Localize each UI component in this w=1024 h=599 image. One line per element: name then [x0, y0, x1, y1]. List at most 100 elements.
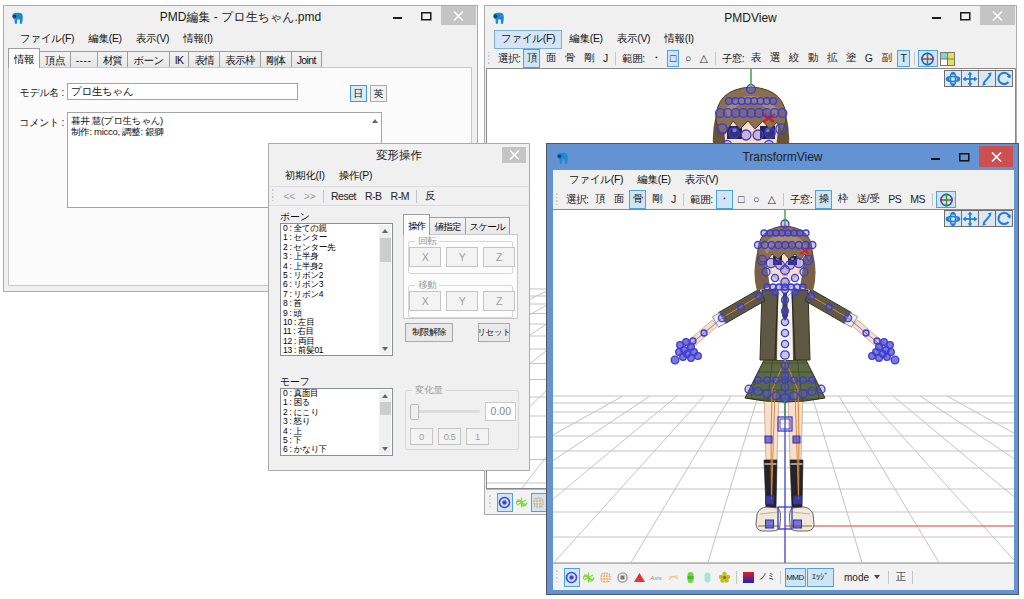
change-1-button[interactable]: 1: [466, 428, 489, 445]
bone-display-toggle[interactable]: [497, 493, 513, 512]
quad-view-button[interactable]: [938, 50, 958, 67]
close-button[interactable]: [979, 146, 1013, 167]
soft-capsule-toggle[interactable]: [700, 568, 716, 587]
zoom-view-button[interactable]: [978, 210, 996, 227]
bone-list-scrollbar[interactable]: [379, 225, 391, 354]
model-name-input[interactable]: プロ生ちゃん: [67, 83, 298, 100]
wire-display-toggle[interactable]: [666, 568, 682, 587]
menu-item[interactable]: 編集(E): [630, 171, 678, 190]
toolbar-toggle[interactable]: 面: [542, 49, 559, 68]
dialog-tab[interactable]: 操作: [403, 214, 430, 235]
toolbar-grip[interactable]: [487, 52, 492, 66]
maximize-button[interactable]: [412, 6, 441, 25]
close-button[interactable]: [502, 147, 526, 163]
scroll-up-icon[interactable]: [372, 119, 378, 123]
menu-item[interactable]: ファイル(F): [13, 30, 81, 49]
dialog-titlebar[interactable]: 変形操作: [269, 144, 529, 166]
menu-item[interactable]: 操作(P): [332, 167, 380, 186]
toolbar-toggle[interactable]: 操: [815, 190, 832, 209]
reset-morph-button[interactable]: R-M: [387, 188, 412, 205]
dialog-tab[interactable]: スケール: [465, 217, 510, 235]
toolbar-toggle[interactable]: 剛: [580, 49, 597, 68]
zoom-view-button[interactable]: [978, 70, 996, 87]
close-button[interactable]: [980, 6, 1015, 25]
lang-jp-button[interactable]: 日: [350, 85, 367, 102]
pmd-edit-tab[interactable]: ----: [70, 51, 98, 68]
pmd-edit-tab[interactable]: 情報: [8, 48, 40, 68]
toolbar-toggle[interactable]: ○: [681, 50, 694, 67]
rotate-view-button[interactable]: [995, 210, 1013, 227]
menu-item[interactable]: ファイル(F): [562, 171, 630, 190]
lang-en-button[interactable]: 英: [370, 85, 387, 102]
pmd-edit-tab[interactable]: ボーン: [127, 51, 169, 68]
physics-capsule-toggle[interactable]: [683, 568, 699, 587]
minimize-button[interactable]: [383, 6, 412, 25]
toolbar-toggle[interactable]: PS: [885, 191, 905, 208]
toolbar-toggle[interactable]: 送/受: [853, 190, 882, 209]
flip-button[interactable]: 反: [421, 187, 438, 206]
rigid-body-display-toggle[interactable]: [615, 568, 631, 587]
toolbar-toggle[interactable]: 塗: [842, 49, 859, 68]
reset-button[interactable]: Reset: [328, 188, 360, 205]
toolbar-grip[interactable]: [271, 189, 276, 203]
toolbar-grip[interactable]: [555, 193, 560, 207]
transformview-3d-viewport[interactable]: .g{stroke:#c3c3c3;stroke-width:1}.b{stro…: [553, 209, 1014, 564]
toolbar-toggle[interactable]: T: [897, 50, 910, 67]
next-button[interactable]: >>: [300, 188, 318, 205]
toolbar-toggle[interactable]: □: [735, 191, 748, 208]
toolbar-toggle[interactable]: 頂: [591, 190, 608, 209]
change-05-button[interactable]: 0.5: [438, 428, 461, 445]
joint-display-toggle[interactable]: [632, 568, 648, 587]
menu-item[interactable]: 初期化(I): [278, 167, 332, 186]
pmd-edit-tab[interactable]: Joint: [291, 51, 322, 68]
menu-item[interactable]: 表示(V): [610, 30, 658, 49]
menu-item[interactable]: ファイル(F): [494, 30, 562, 49]
pmd-edit-tab[interactable]: IK: [169, 51, 190, 68]
toolbar-toggle[interactable]: 選: [766, 49, 783, 68]
toolbar-toggle[interactable]: MS: [907, 191, 929, 208]
mesh-display-toggle[interactable]: [598, 568, 614, 587]
morph-listbox[interactable]: 0 : 真面目1 : 困る2 : にこり3 : 怒り4 : 上5 : 下6 : …: [280, 388, 393, 456]
menu-item[interactable]: 編集(E): [562, 30, 610, 49]
orbit-view-button[interactable]: [944, 70, 962, 87]
orbit-view-button[interactable]: [944, 210, 962, 227]
toolbar-toggle[interactable]: G: [861, 50, 876, 67]
menu-item[interactable]: 情報(I): [657, 30, 700, 49]
pmd-edit-tab[interactable]: 表示枠: [219, 51, 261, 68]
morph-list-scrollbar[interactable]: [379, 390, 391, 454]
reset-pose-button[interactable]: リセット: [478, 323, 510, 342]
move-z-button[interactable]: Z: [483, 291, 515, 311]
rotate-x-button[interactable]: X: [409, 247, 441, 267]
minimize-button[interactable]: [921, 146, 950, 167]
menu-item[interactable]: 表示(V): [129, 30, 177, 49]
move-x-button[interactable]: X: [409, 291, 441, 311]
toolbar-toggle[interactable]: 骨: [629, 190, 646, 209]
front-view-toggle[interactable]: 正: [893, 568, 909, 587]
flower-display-toggle[interactable]: [717, 568, 733, 587]
mmd-mode-toggle[interactable]: MMD: [785, 568, 806, 587]
toolbar-toggle[interactable]: △: [696, 50, 711, 67]
unlock-limit-button[interactable]: 制限解除: [405, 323, 453, 342]
vertex-display-toggle[interactable]: [514, 493, 530, 512]
menu-item[interactable]: 表示(V): [678, 171, 726, 190]
pmd-edit-tab[interactable]: 材質: [97, 51, 129, 68]
rotate-z-button[interactable]: Z: [483, 247, 515, 267]
toolbar-toggle[interactable]: 枠: [834, 190, 851, 209]
change-0-button[interactable]: 0: [410, 428, 433, 445]
toolbar-toggle[interactable]: 表: [747, 49, 764, 68]
toolbar-toggle[interactable]: 絞: [785, 49, 802, 68]
toolbar-toggle[interactable]: ・: [648, 49, 665, 68]
change-amount-value[interactable]: 0.00: [485, 402, 516, 421]
maximize-button[interactable]: [950, 146, 979, 167]
reset-bone-button[interactable]: R-B: [361, 188, 385, 205]
gizmo-toggle-button[interactable]: [936, 191, 956, 208]
toolbar-toggle[interactable]: 副: [878, 49, 895, 68]
toolbar-toggle[interactable]: □: [667, 50, 680, 67]
change-amount-slider[interactable]: [410, 404, 419, 420]
menu-item[interactable]: 編集(E): [81, 30, 129, 49]
rotate-y-button[interactable]: Y: [446, 247, 478, 267]
toolbar-grip[interactable]: [488, 495, 493, 509]
rotate-view-button[interactable]: [995, 70, 1013, 87]
toolbar-toggle[interactable]: 頂: [523, 49, 540, 68]
pmd-edit-tab[interactable]: 剛体: [260, 51, 292, 68]
